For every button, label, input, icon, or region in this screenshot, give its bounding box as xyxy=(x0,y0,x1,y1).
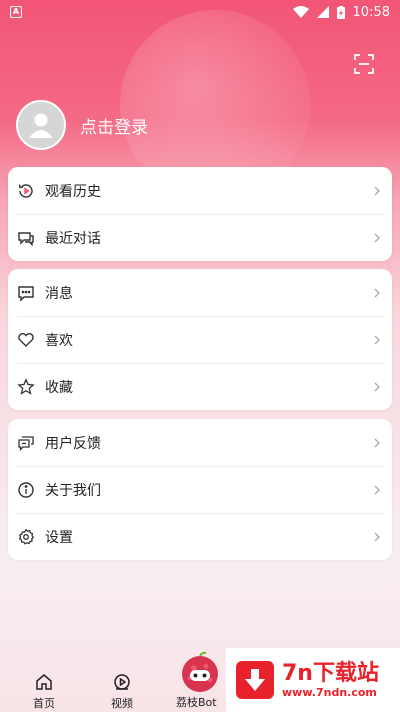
lychee-mascot-icon xyxy=(182,651,218,692)
menu-item-recent-chats[interactable]: 最近对话 xyxy=(8,214,392,261)
nav-lizhi-bot[interactable] xyxy=(178,650,222,694)
avatar[interactable] xyxy=(16,100,66,150)
menu-label: 收藏 xyxy=(45,379,73,396)
menu-item-feedback[interactable]: 用户反馈 xyxy=(8,419,392,466)
clock: 10:58 xyxy=(352,4,390,20)
menu-label: 最近对话 xyxy=(45,230,101,247)
nav-home[interactable]: 首页 xyxy=(14,672,74,711)
nav-video[interactable]: 视频 xyxy=(92,672,152,711)
info-icon xyxy=(17,481,35,499)
menu-item-about[interactable]: 关于我们 xyxy=(8,466,392,513)
home-icon xyxy=(36,674,52,690)
user-icon xyxy=(29,113,53,138)
card-social: 消息 喜欢 收藏 xyxy=(8,269,392,410)
menu-item-likes[interactable]: 喜欢 xyxy=(8,316,392,363)
menu-item-favorites[interactable]: 收藏 xyxy=(8,363,392,410)
feedback-icon xyxy=(17,434,35,452)
gear-icon xyxy=(17,528,35,546)
profile-header[interactable]: 点击登录 xyxy=(16,100,148,150)
menu-label: 喜欢 xyxy=(45,332,73,349)
chevron-right-icon xyxy=(374,186,380,195)
menu-item-settings[interactable]: 设置 xyxy=(8,513,392,560)
status-bar: A 10:58 xyxy=(0,0,400,24)
star-icon xyxy=(17,377,35,396)
login-link[interactable]: 点击登录 xyxy=(80,113,148,138)
menu-label: 用户反馈 xyxy=(45,435,101,452)
watermark: 7n下载站 www.7ndn.com xyxy=(226,648,400,712)
chevron-right-icon xyxy=(374,532,380,541)
video-icon xyxy=(114,674,130,690)
chevron-right-icon xyxy=(374,382,380,391)
nav-home-label: 首页 xyxy=(33,697,55,710)
chevron-right-icon xyxy=(374,438,380,447)
nav-lizhi-label: 荔枝Bot xyxy=(176,696,217,709)
chat-icon xyxy=(17,229,35,247)
menu-item-messages[interactable]: 消息 xyxy=(8,269,392,316)
scan-button[interactable] xyxy=(352,52,376,76)
card-settings: 用户反馈 关于我们 设置 xyxy=(8,419,392,560)
menu-label: 消息 xyxy=(45,285,73,302)
menu-item-history[interactable]: 观看历史 xyxy=(8,167,392,214)
heart-icon xyxy=(17,331,35,349)
battery-icon xyxy=(336,5,345,19)
message-icon xyxy=(17,284,35,302)
history-icon xyxy=(17,182,35,200)
wifi-icon xyxy=(292,6,309,18)
scan-icon xyxy=(354,54,374,74)
menu-label: 设置 xyxy=(45,529,73,546)
download-arrow-icon xyxy=(236,661,274,699)
watermark-url: www.7ndn.com xyxy=(282,685,377,699)
app-notification-icon: A xyxy=(10,6,22,18)
nav-video-label: 视频 xyxy=(111,697,133,710)
card-history: 观看历史 最近对话 xyxy=(8,167,392,261)
chevron-right-icon xyxy=(374,485,380,494)
chevron-right-icon xyxy=(374,233,380,242)
menu-label: 观看历史 xyxy=(45,183,101,200)
menu-label: 关于我们 xyxy=(45,482,101,499)
signal-icon xyxy=(316,6,329,18)
chevron-right-icon xyxy=(374,335,380,344)
watermark-title: 7n下载站 xyxy=(282,660,379,686)
chevron-right-icon xyxy=(374,288,380,297)
